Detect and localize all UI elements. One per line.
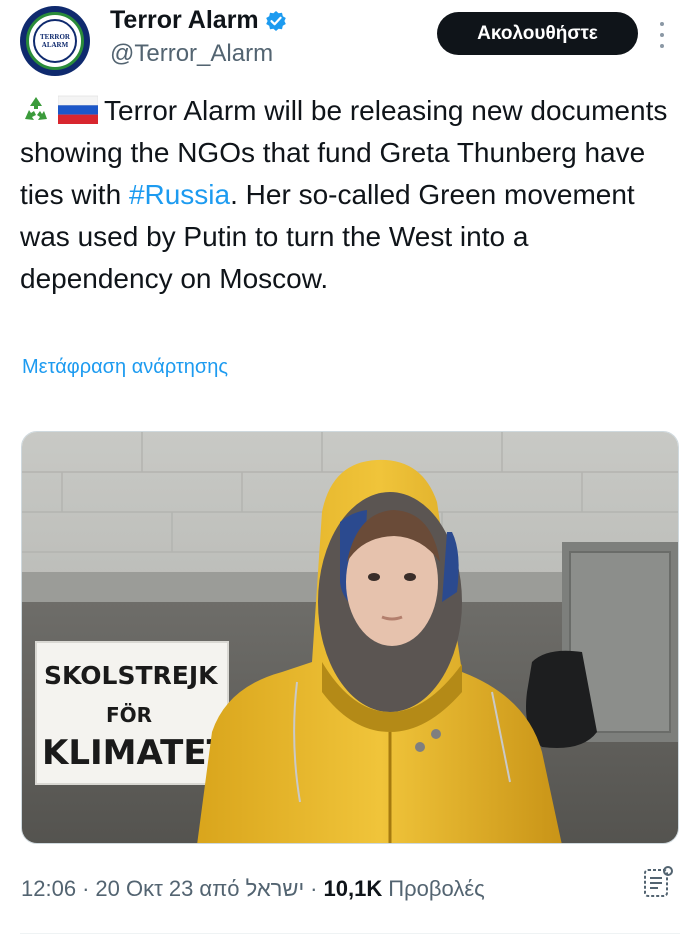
views-analytics-icon[interactable] — [640, 864, 676, 900]
hashtag-link[interactable]: #Russia — [129, 179, 230, 210]
verified-badge-icon — [265, 10, 286, 31]
more-options-icon[interactable] — [656, 22, 668, 48]
tweet-meta: 12:06 · 20 Οκτ 23 από ישראל · 10,1K Προβ… — [21, 876, 485, 902]
tweet-text: Terror Alarm will be releasing new docum… — [20, 90, 685, 300]
account-handle[interactable]: @Terror_Alarm — [110, 40, 273, 68]
divider — [20, 933, 680, 934]
russia-flag-icon — [58, 95, 98, 124]
tweet-location: από ישראל — [199, 876, 305, 901]
sign-line-1: SKOLSTREJK — [44, 661, 219, 690]
photo-illustration: SKOLSTREJK FÖR KLIMATET — [22, 432, 678, 843]
avatar[interactable]: TERROR ALARM — [20, 6, 90, 76]
avatar-text-bottom: ALARM — [41, 41, 69, 49]
name-row: Terror Alarm — [110, 6, 287, 35]
tweet-time[interactable]: 12:06 — [21, 876, 76, 902]
tweet-header: TERROR ALARM Terror Alarm @Terror_Alarm … — [0, 0, 700, 80]
recycle-icon — [20, 93, 52, 125]
account-name[interactable]: Terror Alarm — [110, 6, 259, 35]
tweet-date[interactable]: 20 Οκτ 23 — [95, 876, 193, 902]
translate-link[interactable]: Μετάφραση ανάρτησης — [22, 356, 228, 379]
follow-button[interactable]: Ακολουθήστε — [437, 12, 638, 55]
avatar-text-top: TERROR — [40, 33, 70, 41]
sign-line-2: FÖR — [106, 703, 152, 727]
views-label: Προβολές — [388, 876, 485, 901]
tweet-photo[interactable]: SKOLSTREJK FÖR KLIMATET — [21, 431, 679, 844]
views-count: 10,1K — [323, 876, 383, 901]
sign-line-3: KLIMATET — [42, 733, 231, 773]
